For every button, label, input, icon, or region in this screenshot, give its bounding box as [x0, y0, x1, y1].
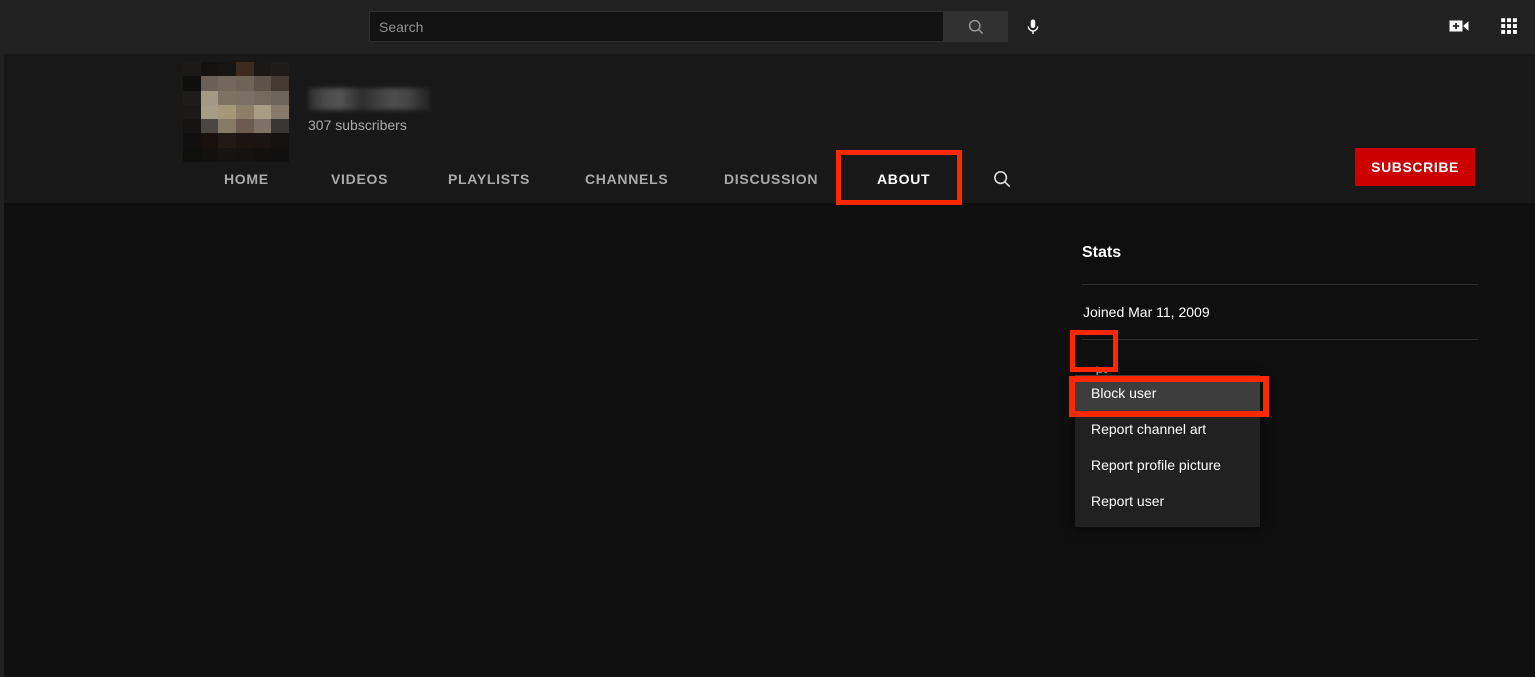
create-video-button[interactable] [1445, 12, 1473, 40]
stats-heading: Stats [1082, 244, 1122, 261]
avatar-pixel [235, 119, 254, 134]
channel-identity: 307 subscribers [183, 62, 430, 162]
avatar-pixel [271, 119, 289, 134]
avatar-pixel [218, 119, 236, 134]
tab-videos[interactable]: VIDEOS [331, 155, 388, 203]
avatar-pixel [235, 62, 254, 77]
avatar-pixel [218, 62, 236, 77]
avatar-pixel [253, 76, 272, 91]
avatar-pixel [183, 90, 201, 105]
search-icon [994, 171, 1011, 188]
avatar-pixel [218, 76, 236, 91]
page-body: Stats Joined Mar 11, 2009 [4, 203, 1535, 677]
avatar-pixel [183, 76, 201, 91]
menu-item-report-profile-picture[interactable]: Report profile picture [1075, 447, 1260, 483]
avatar-pixel [200, 62, 219, 77]
avatar-pixel [200, 133, 219, 148]
avatar-pixel [253, 104, 272, 120]
avatar-pixel [200, 90, 219, 105]
avatar-pixel [235, 104, 254, 120]
channel-header: 307 subscribers SUBSCRIBE HOME VIDEOS PLAY… [4, 54, 1535, 203]
tab-about[interactable]: ABOUT [877, 155, 930, 203]
avatar-pixel [183, 133, 201, 148]
stats-panel: Stats Joined Mar 11, 2009 [1082, 243, 1482, 390]
search-bar [369, 11, 1008, 42]
avatar-pixel [271, 76, 289, 91]
avatar-pixel [235, 76, 254, 91]
create-video-icon [1449, 20, 1469, 32]
tab-channels[interactable]: CHANNELS [585, 155, 668, 203]
channel-name [308, 88, 430, 110]
avatar-pixel [183, 119, 201, 134]
avatar-pixel [200, 76, 219, 91]
voice-search-button[interactable] [1018, 12, 1048, 42]
avatar-pixel [253, 90, 272, 105]
youtube-apps-button[interactable] [1495, 12, 1523, 40]
avatar-pixel [200, 119, 219, 134]
avatar-pixel [253, 119, 272, 134]
apps-grid-icon [1501, 18, 1517, 34]
tab-playlists[interactable]: PLAYLISTS [448, 155, 530, 203]
joined-date: Joined Mar 11, 2009 [1083, 304, 1210, 320]
avatar-pixel [235, 133, 254, 148]
avatar-pixel [218, 104, 236, 120]
menu-item-report-user[interactable]: Report user [1075, 483, 1260, 519]
search-icon [968, 19, 983, 34]
microphone-icon [1027, 19, 1039, 34]
avatar-pixel [218, 133, 236, 148]
menu-item-block-user[interactable]: Block user [1075, 375, 1260, 411]
tab-discussion[interactable]: DISCUSSION [724, 155, 818, 203]
menu-item-report-channel-art[interactable]: Report channel art [1075, 411, 1260, 447]
avatar-pixel [271, 62, 289, 77]
avatar-pixel [271, 133, 289, 148]
avatar-pixel [271, 104, 289, 120]
channel-search-button[interactable] [990, 167, 1014, 191]
avatar-pixel [183, 104, 201, 120]
channel-text-block: 307 subscribers [308, 62, 430, 134]
search-button[interactable] [943, 11, 1008, 42]
avatar-pixel [235, 90, 254, 105]
stats-divider-bottom [1082, 339, 1478, 340]
subscriber-count: 307 subscribers [308, 117, 407, 133]
avatar-pixel [253, 62, 272, 77]
search-input[interactable] [369, 11, 943, 42]
avatar-pixel [218, 90, 236, 105]
channel-tab-bar: HOME VIDEOS PLAYLISTS CHANNELS DISCUSSION ABO… [4, 155, 1535, 203]
report-options-menu: Block user Report channel art Report profi… [1075, 375, 1260, 527]
masthead [0, 0, 1535, 54]
avatar-pixel [200, 104, 219, 120]
tab-home[interactable]: HOME [224, 155, 269, 203]
avatar-pixel [271, 90, 289, 105]
avatar-pixel [183, 62, 201, 77]
channel-avatar[interactable] [183, 62, 289, 162]
masthead-actions [1445, 12, 1523, 40]
avatar-pixel [253, 133, 272, 148]
